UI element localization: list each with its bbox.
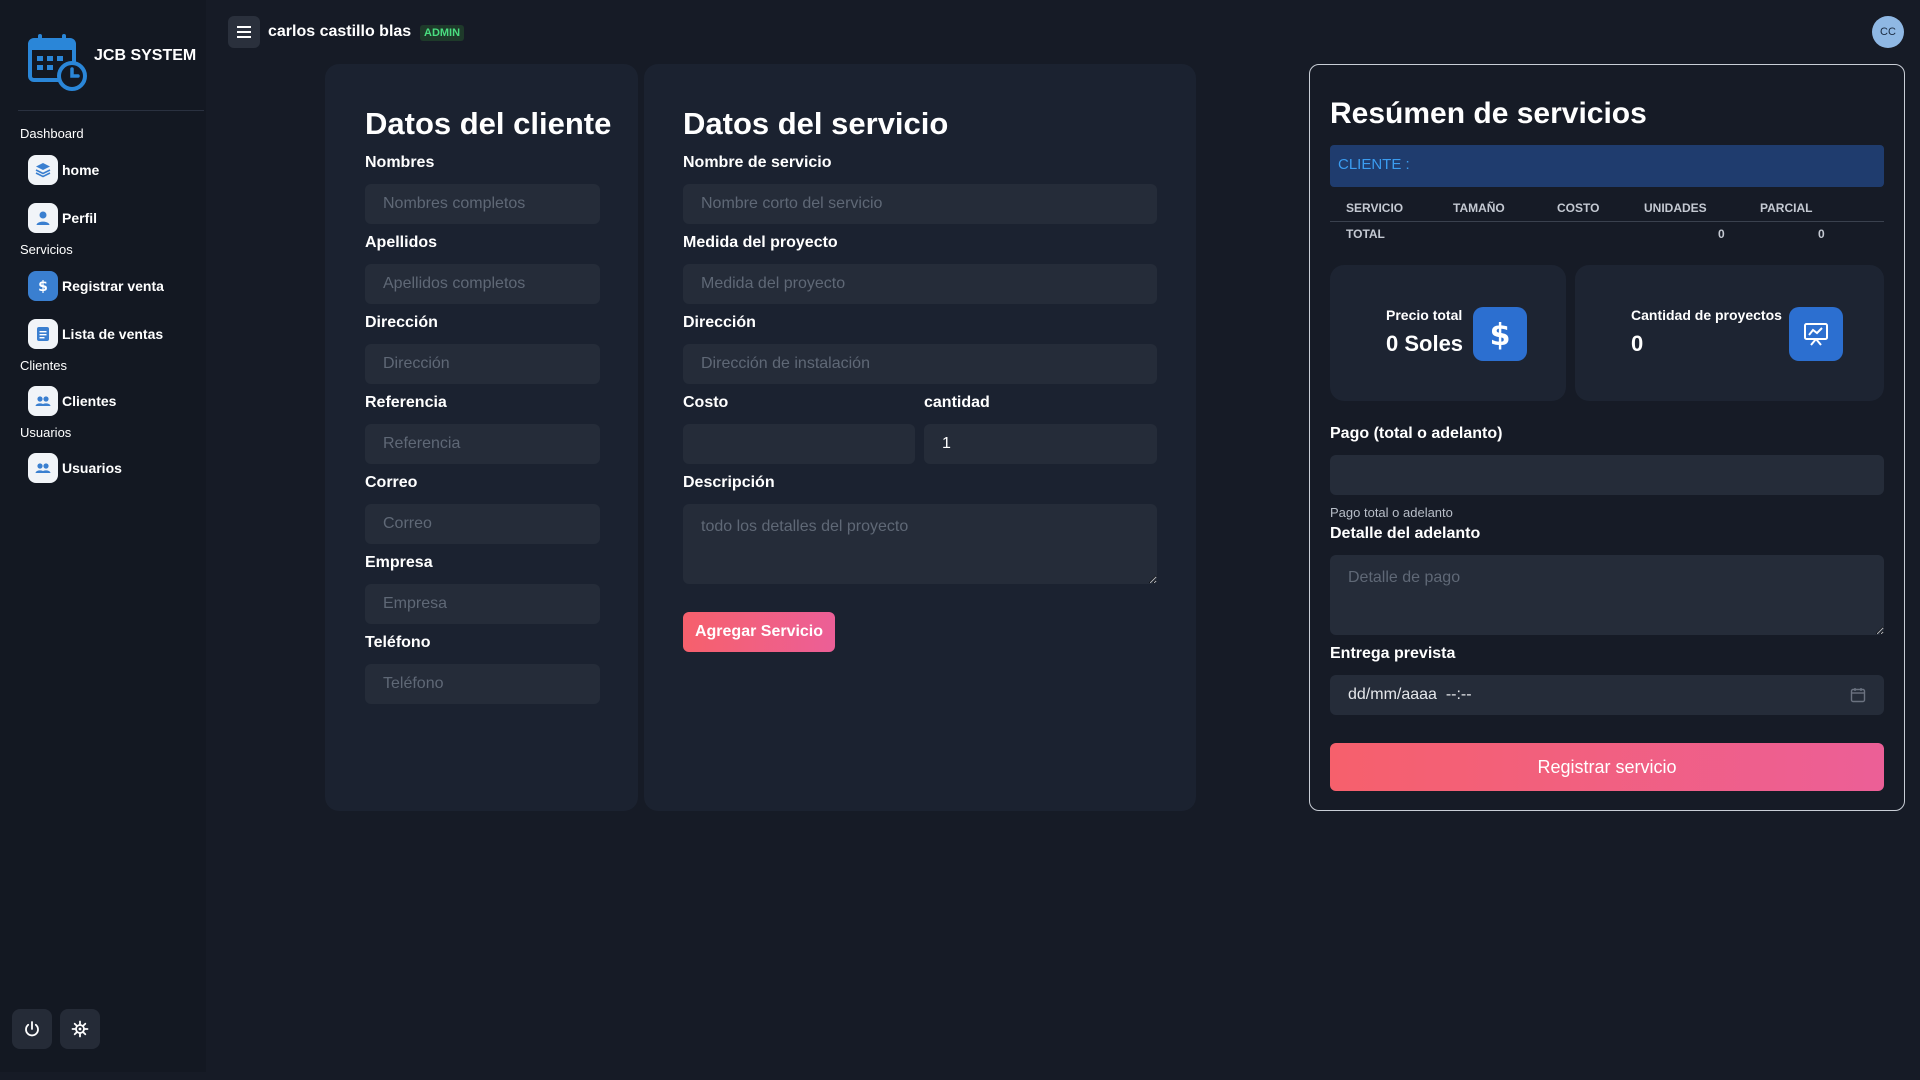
sidebar-item-label: Lista de ventas [62, 326, 164, 342]
pago-label: Pago (total o adelanto) [1330, 425, 1503, 442]
correo-label: Correo [365, 474, 418, 491]
sidebar-item-registrar-venta[interactable]: $ Registrar venta [28, 271, 164, 301]
table-total-parcial: 0 [1818, 227, 1825, 241]
costo-label: Costo [683, 394, 729, 411]
direccion-servicio-input[interactable] [683, 344, 1157, 384]
client-form-title: Datos del cliente [365, 106, 612, 141]
sidebar: JCB SYSTEM Dashboard home Perfil Servici… [0, 0, 206, 1072]
menu-toggle-button[interactable] [228, 16, 260, 48]
pago-input[interactable] [1330, 455, 1884, 495]
telefono-input[interactable] [365, 664, 600, 704]
hamburger-icon [237, 26, 251, 38]
cantidad-input[interactable] [924, 424, 1157, 464]
sidebar-item-perfil[interactable]: Perfil [28, 203, 97, 233]
table-header: SERVICIO [1346, 201, 1404, 215]
client-summary-bar: CLIENTE : [1330, 145, 1884, 187]
nombre-servicio-label: Nombre de servicio [683, 154, 832, 171]
presentation-chart-icon [1789, 307, 1843, 361]
sidebar-item-label: Registrar venta [62, 278, 164, 294]
table-total-label: TOTAL [1346, 227, 1385, 241]
sidebar-item-label: home [62, 162, 100, 178]
empresa-input[interactable] [365, 584, 600, 624]
service-form-title: Datos del servicio [683, 106, 949, 141]
apellidos-input[interactable] [365, 264, 600, 304]
telefono-label: Teléfono [365, 634, 431, 651]
table-divider [1330, 221, 1884, 222]
entrega-label: Entrega prevista [1330, 645, 1456, 662]
sidebar-item-label: Clientes [62, 393, 117, 409]
section-label-usuarios: Usuarios [20, 425, 72, 440]
register-service-button[interactable]: Registrar servicio [1330, 743, 1884, 791]
nombres-label: Nombres [365, 154, 435, 171]
users-icon [28, 453, 58, 483]
summary-title: Resúmen de servicios [1330, 97, 1647, 130]
sidebar-item-lista-de-ventas[interactable]: Lista de ventas [28, 319, 163, 349]
sidebar-item-label: Usuarios [62, 460, 122, 476]
medida-input[interactable] [683, 264, 1157, 304]
brand-name: JCB SYSTEM [94, 47, 197, 64]
users-icon [28, 386, 58, 416]
client-form-card: Datos del cliente Nombres Apellidos Dire… [325, 64, 638, 811]
dollar-icon: $ [1473, 307, 1527, 361]
empresa-label: Empresa [365, 554, 433, 571]
divider [18, 110, 204, 111]
direccion-label: Dirección [365, 314, 438, 331]
table-header: PARCIAL [1760, 201, 1813, 215]
section-label-clientes: Clientes [20, 358, 67, 373]
calendar-icon[interactable] [1850, 687, 1866, 703]
nombre-servicio-input[interactable] [683, 184, 1157, 224]
sidebar-item-label: Perfil [62, 210, 98, 226]
project-count-card: Cantidad de proyectos 0 [1575, 265, 1884, 401]
medida-label: Medida del proyecto [683, 234, 838, 251]
summary-panel: Resúmen de servicios CLIENTE : SERVICIO … [1309, 64, 1905, 811]
sidebar-item-usuarios[interactable]: Usuarios [28, 453, 122, 483]
user-name: carlos castillo blas [268, 23, 412, 40]
section-label-servicios: Servicios [20, 242, 73, 257]
sidebar-item-clientes[interactable]: Clientes [28, 386, 116, 416]
section-label-dashboard: Dashboard [20, 126, 84, 141]
svg-text:$: $ [1490, 318, 1511, 351]
referencia-input[interactable] [365, 424, 600, 464]
cantidad-label: cantidad [924, 394, 990, 411]
calendar-clock-icon [28, 34, 87, 91]
sidebar-item-home[interactable]: home [28, 155, 99, 185]
direccion-servicio-label: Dirección [683, 314, 756, 331]
brand: JCB SYSTEM [26, 30, 196, 92]
logout-button[interactable] [12, 1009, 52, 1049]
correo-input[interactable] [365, 504, 600, 544]
referencia-label: Referencia [365, 394, 447, 411]
apellidos-label: Apellidos [365, 234, 438, 251]
descripcion-label: Descripción [683, 474, 775, 491]
project-count-label: Cantidad de proyectos [1631, 307, 1782, 323]
list-icon [28, 319, 58, 349]
detalle-textarea[interactable] [1330, 555, 1884, 635]
user-icon [28, 203, 58, 233]
add-service-button[interactable]: Agregar Servicio [683, 612, 835, 652]
detalle-label: Detalle del adelanto [1330, 525, 1481, 542]
descripcion-textarea[interactable] [683, 504, 1157, 584]
table-header: UNIDADES [1644, 201, 1707, 215]
costo-input[interactable] [683, 424, 915, 464]
project-count-value: 0 [1631, 331, 1644, 356]
nombres-input[interactable] [365, 184, 600, 224]
table-total-unidades: 0 [1718, 227, 1725, 241]
total-price-value: 0 Soles [1386, 331, 1464, 356]
settings-button[interactable] [60, 1009, 100, 1049]
dollar-icon: $ [28, 271, 58, 301]
table-header: COSTO [1557, 201, 1600, 215]
total-price-label: Precio total [1386, 307, 1463, 323]
svg-text:$: $ [38, 279, 48, 295]
table-header: TAMAÑO [1453, 201, 1505, 215]
power-icon [25, 1021, 39, 1037]
total-price-card: Precio total 0 Soles $ [1330, 265, 1566, 401]
gear-icon [71, 1020, 89, 1038]
avatar[interactable]: CC [1872, 16, 1904, 48]
direccion-input[interactable] [365, 344, 600, 384]
entrega-datetime-input[interactable]: dd/mm/aaaa --:-- [1330, 675, 1884, 715]
role-badge: ADMIN [420, 25, 465, 41]
service-form-card: Datos del servicio Nombre de servicio Me… [644, 64, 1196, 811]
pago-hint: Pago total o adelanto [1330, 505, 1453, 520]
layers-icon [28, 155, 58, 185]
entrega-value: dd/mm/aaaa --:-- [1348, 686, 1472, 703]
